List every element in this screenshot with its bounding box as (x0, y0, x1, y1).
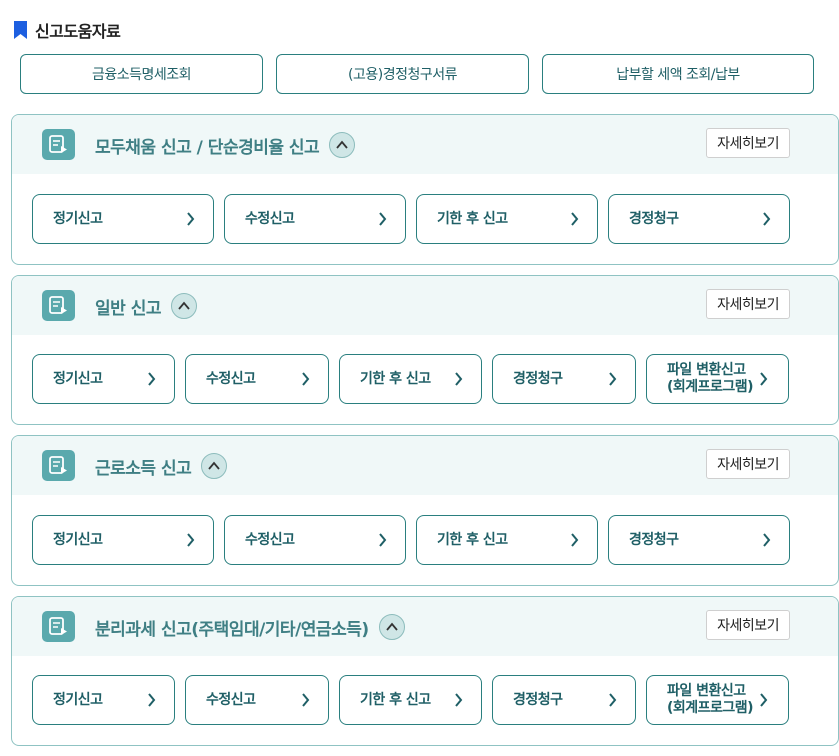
correction-claim-button[interactable]: 경정청구 (608, 194, 790, 244)
collapse-button[interactable] (329, 132, 356, 158)
chevron-right-icon (379, 533, 387, 547)
chevron-right-icon (379, 212, 387, 226)
file-conversion-filing-button[interactable]: 파일 변환신고 (회계프로그램) (646, 354, 789, 404)
panel-header: 근로소득 신고 자세히보기 (12, 436, 838, 495)
document-icon (42, 290, 75, 321)
chevron-right-icon (148, 372, 156, 386)
employment-claim-docs-button[interactable]: (고용)경정청구서류 (276, 54, 529, 94)
late-filing-button[interactable]: 기한 후 신고 (416, 515, 598, 565)
file-conversion-filing-button[interactable]: 파일 변환신고 (회계프로그램) (646, 675, 789, 725)
document-icon (42, 450, 75, 481)
regular-filing-button[interactable]: 정기신고 (32, 194, 214, 244)
regular-filing-button[interactable]: 정기신고 (32, 515, 214, 565)
panel-header: 모두채움 신고 / 단순경비율 신고 자세히보기 (12, 115, 838, 174)
panel-header: 분리과세 신고(주택임대/기타/연금소득) 자세히보기 (12, 597, 838, 656)
chevron-right-icon (763, 212, 771, 226)
collapse-button[interactable] (170, 293, 197, 319)
chevron-right-icon (609, 693, 617, 707)
amended-filing-button[interactable]: 수정신고 (224, 194, 406, 244)
chevron-right-icon (187, 212, 195, 226)
detail-button[interactable]: 자세히보기 (706, 610, 790, 640)
amended-filing-button[interactable]: 수정신고 (185, 675, 329, 725)
panel-title: 모두채움 신고 / 단순경비율 신고 (95, 132, 356, 158)
correction-claim-button[interactable]: 경정청구 (492, 675, 636, 725)
chevron-right-icon (571, 533, 579, 547)
amended-filing-button[interactable]: 수정신고 (224, 515, 406, 565)
late-filing-button[interactable]: 기한 후 신고 (339, 354, 482, 404)
chevron-right-icon (455, 693, 463, 707)
chevron-right-icon (302, 693, 310, 707)
chevron-right-icon (571, 212, 579, 226)
chevron-right-icon (763, 533, 771, 547)
detail-button[interactable]: 자세히보기 (706, 449, 790, 479)
panel-header: 일반 신고 자세히보기 (12, 276, 838, 335)
chevron-right-icon (760, 372, 768, 386)
tax-payment-button[interactable]: 납부할 세액 조회/납부 (542, 54, 814, 94)
chevron-right-icon (760, 693, 768, 707)
regular-filing-button[interactable]: 정기신고 (32, 675, 175, 725)
amended-filing-button[interactable]: 수정신고 (185, 354, 329, 404)
chevron-right-icon (455, 372, 463, 386)
top-button-row: 금융소득명세조회 (고용)경정청구서류 납부할 세액 조회/납부 (20, 54, 814, 94)
chevron-right-icon (609, 372, 617, 386)
panel-title: 일반 신고 (95, 293, 197, 319)
detail-button[interactable]: 자세히보기 (706, 289, 790, 319)
late-filing-button[interactable]: 기한 후 신고 (339, 675, 482, 725)
panel-earned-income-filing: 근로소득 신고 자세히보기 정기신고 수정신고 기한 후 신고 경정청구 (11, 435, 839, 586)
collapse-button[interactable] (201, 453, 228, 479)
chevron-right-icon (148, 693, 156, 707)
panel-simple-filing: 모두채움 신고 / 단순경비율 신고 자세히보기 정기신고 수정신고 기한 후 … (11, 114, 839, 265)
collapse-button[interactable] (378, 614, 405, 640)
chevron-right-icon (187, 533, 195, 547)
chevron-right-icon (302, 372, 310, 386)
document-icon (42, 129, 75, 160)
section-title: 신고도움자료 (35, 22, 121, 41)
panel-separate-taxation-filing: 분리과세 신고(주택임대/기타/연금소득) 자세히보기 정기신고 수정신고 기한… (11, 596, 839, 746)
correction-claim-button[interactable]: 경정청구 (492, 354, 636, 404)
panel-general-filing: 일반 신고 자세히보기 정기신고 수정신고 기한 후 신고 경정청구 파일 변환… (11, 275, 839, 425)
detail-button[interactable]: 자세히보기 (706, 128, 790, 158)
panel-title: 근로소득 신고 (95, 453, 228, 479)
correction-claim-button[interactable]: 경정청구 (608, 515, 790, 565)
section-header: 신고도움자료 (14, 18, 121, 42)
financial-income-button[interactable]: 금융소득명세조회 (20, 54, 263, 94)
panel-title: 분리과세 신고(주택임대/기타/연금소득) (95, 614, 405, 640)
regular-filing-button[interactable]: 정기신고 (32, 354, 175, 404)
bookmark-icon (14, 21, 27, 39)
late-filing-button[interactable]: 기한 후 신고 (416, 194, 598, 244)
document-icon (42, 611, 75, 642)
